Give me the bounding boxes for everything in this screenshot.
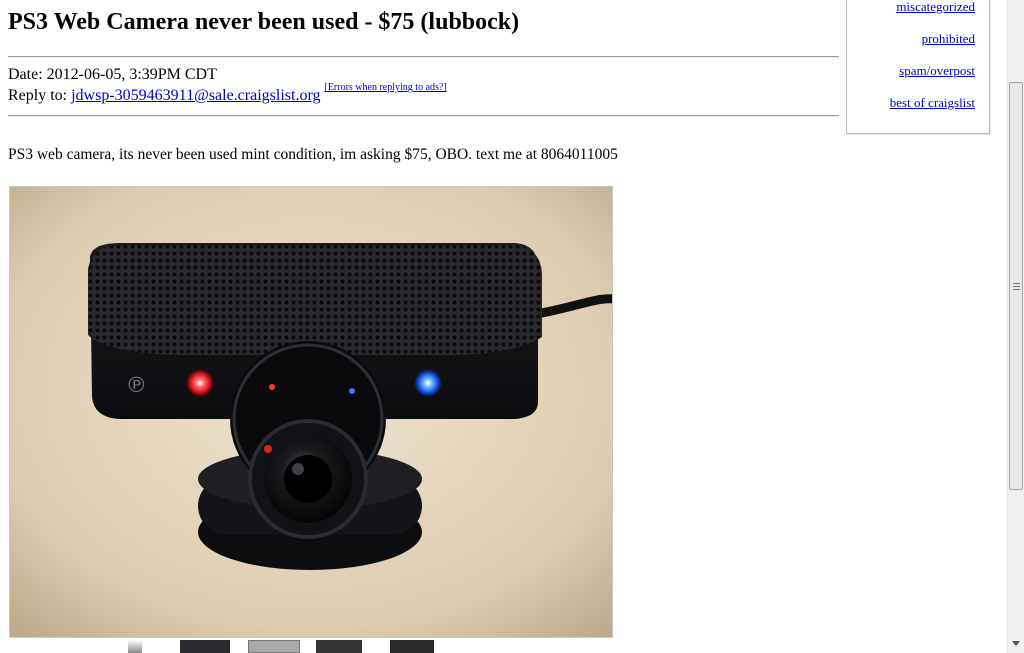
- thumbnail[interactable]: [316, 640, 362, 653]
- date-value: 2012-06-05, 3:39PM CDT: [46, 66, 217, 83]
- date-label: Date:: [8, 66, 43, 83]
- thumbnail[interactable]: [390, 640, 434, 653]
- flag-spam-link[interactable]: spam/overpost: [899, 63, 975, 79]
- grip-line: [1013, 283, 1020, 284]
- posting-title: PS3 Web Camera never been used - $75 (lu…: [8, 9, 520, 35]
- vertical-scrollbar[interactable]: [1007, 0, 1024, 653]
- title-divider: [8, 56, 839, 58]
- reply-label: Reply to:: [8, 87, 68, 104]
- thumbnail[interactable]: [180, 640, 230, 653]
- scrollbar-thumb[interactable]: [1009, 82, 1023, 490]
- grip-line: [1013, 286, 1020, 287]
- flag-box: miscategorized prohibited spam/overpost …: [846, 0, 990, 134]
- thumbnail[interactable]: [128, 640, 142, 653]
- flag-prohibited-link[interactable]: prohibited: [922, 31, 975, 47]
- ps3-eye-camera-photo: ℗: [10, 187, 612, 637]
- thumbnail-strip: [120, 640, 440, 653]
- reply-email-link[interactable]: jdwsp-3059463911@sale.craigslist.org: [71, 87, 320, 104]
- posting-photo[interactable]: ℗: [9, 186, 613, 638]
- meta-divider: [8, 115, 839, 117]
- chevron-down-icon[interactable]: [1012, 641, 1020, 646]
- grip-line: [1013, 289, 1020, 290]
- posting-date: Date: 2012-06-05, 3:39PM CDT: [8, 66, 217, 84]
- thumbnail[interactable]: [248, 640, 300, 653]
- reply-to: Reply to: jdwsp-3059463911@sale.craigsli…: [8, 82, 447, 105]
- errors-help-link[interactable]: [Errors when replying to ads?]: [324, 82, 446, 93]
- flag-best-of-link[interactable]: best of craigslist: [890, 95, 975, 111]
- svg-text:℗: ℗: [128, 372, 145, 397]
- flag-miscategorized-link[interactable]: miscategorized: [896, 0, 975, 15]
- posting-body: PS3 web camera, its never been used mint…: [8, 146, 618, 163]
